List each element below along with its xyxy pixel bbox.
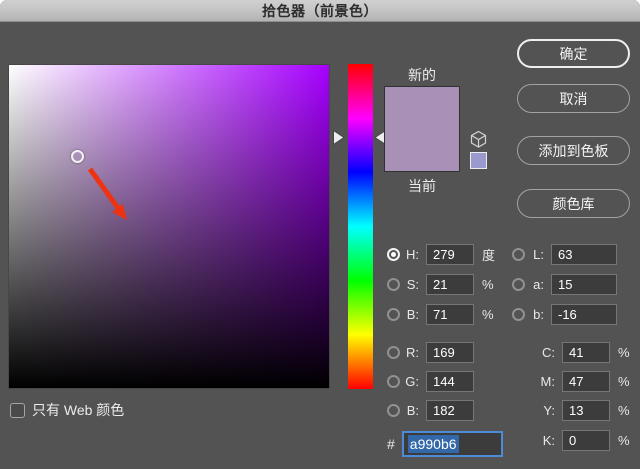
ok-button[interactable]: 确定: [517, 39, 630, 68]
annotation-arrow: [9, 65, 331, 390]
new-color-swatch: [385, 87, 459, 129]
lab-l-label: L:: [530, 247, 544, 262]
current-color-swatch: [385, 129, 459, 171]
black-unit: %: [618, 433, 630, 448]
hue-row: H: 度: [387, 244, 495, 265]
saturation-unit: %: [482, 277, 494, 292]
green-row: G:: [387, 371, 474, 392]
lab-b-radio[interactable]: [512, 308, 525, 321]
hue-slider-marker-left[interactable]: [333, 130, 345, 145]
cyan-row: C: %: [512, 342, 630, 363]
only-web-colors-checkbox[interactable]: [10, 403, 25, 418]
brightness-label: B:: [405, 307, 419, 322]
only-web-colors-label: 只有 Web 颜色: [32, 400, 124, 420]
lab-b-input[interactable]: [551, 304, 617, 325]
hue-slider[interactable]: [348, 64, 373, 389]
window-title: 拾色器（前景色）: [262, 1, 378, 21]
green-label: G:: [405, 374, 419, 389]
lab-a-row: a:: [512, 274, 617, 295]
green-radio[interactable]: [387, 375, 400, 388]
saturation-brightness-field[interactable]: [8, 64, 330, 389]
lab-a-radio[interactable]: [512, 278, 525, 291]
brightness-input[interactable]: [426, 304, 474, 325]
magenta-label: M:: [512, 374, 555, 389]
hue-unit: 度: [482, 245, 495, 264]
magenta-input[interactable]: [562, 371, 610, 392]
titlebar: 拾色器（前景色）: [0, 0, 640, 22]
green-input[interactable]: [426, 371, 474, 392]
black-input[interactable]: [562, 430, 610, 451]
lab-b-label: b:: [530, 307, 544, 322]
hex-row: # a990b6: [387, 431, 503, 457]
cyan-unit: %: [618, 345, 630, 360]
hue-label: H:: [405, 247, 419, 262]
yellow-row: Y: %: [512, 400, 630, 421]
cyan-label: C:: [512, 345, 555, 360]
blue-input[interactable]: [426, 400, 474, 421]
web-safe-warning-cube-icon[interactable]: [469, 130, 488, 149]
red-row: R:: [387, 342, 474, 363]
blue-row: B:: [387, 400, 474, 421]
web-safe-color-swatch[interactable]: [470, 152, 487, 169]
yellow-label: Y:: [512, 403, 555, 418]
only-web-colors-row: 只有 Web 颜色: [10, 400, 124, 420]
hue-radio[interactable]: [387, 248, 400, 261]
lab-a-label: a:: [530, 277, 544, 292]
hex-input[interactable]: a990b6: [402, 431, 503, 457]
hex-prefix-label: #: [387, 436, 395, 452]
lab-l-radio[interactable]: [512, 248, 525, 261]
magenta-row: M: %: [512, 371, 630, 392]
lab-l-input[interactable]: [551, 244, 617, 265]
brightness-row: B: %: [387, 304, 494, 325]
yellow-input[interactable]: [562, 400, 610, 421]
cancel-button[interactable]: 取消: [517, 84, 630, 113]
black-label: K:: [512, 433, 555, 448]
red-radio[interactable]: [387, 346, 400, 359]
saturation-label: S:: [405, 277, 419, 292]
new-current-swatch: [384, 86, 460, 172]
yellow-unit: %: [618, 403, 630, 418]
blue-label: B:: [405, 403, 419, 418]
saturation-row: S: %: [387, 274, 494, 295]
hex-selected-text: a990b6: [408, 435, 459, 453]
color-libraries-button[interactable]: 颜色库: [517, 189, 630, 218]
red-label: R:: [405, 345, 419, 360]
red-input[interactable]: [426, 342, 474, 363]
blue-radio[interactable]: [387, 404, 400, 417]
cyan-input[interactable]: [562, 342, 610, 363]
brightness-unit: %: [482, 307, 494, 322]
new-color-label: 新的: [384, 65, 460, 85]
saturation-input[interactable]: [426, 274, 474, 295]
hue-input[interactable]: [426, 244, 474, 265]
color-picker-dialog: 拾色器（前景色） 新的 当前 确定 取消 添加到色板 颜色库 H: 度: [0, 0, 640, 469]
brightness-radio[interactable]: [387, 308, 400, 321]
current-color-label: 当前: [384, 176, 460, 196]
saturation-radio[interactable]: [387, 278, 400, 291]
lab-l-row: L:: [512, 244, 617, 265]
lab-b-row: b:: [512, 304, 617, 325]
add-to-swatches-button[interactable]: 添加到色板: [517, 136, 630, 165]
lab-a-input[interactable]: [551, 274, 617, 295]
black-row: K: %: [512, 430, 630, 451]
magenta-unit: %: [618, 374, 630, 389]
